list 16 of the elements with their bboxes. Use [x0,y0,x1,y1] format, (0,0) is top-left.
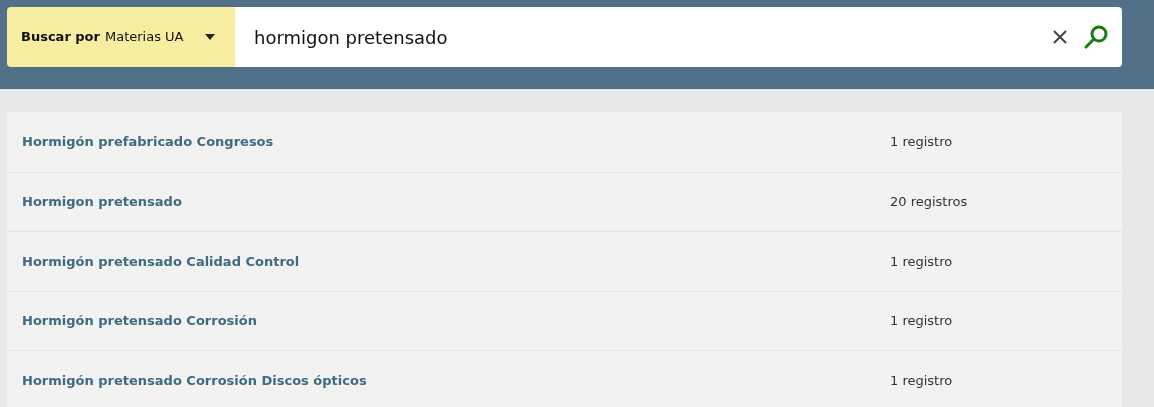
search-button[interactable] [1074,7,1122,67]
scope-dropdown[interactable]: Buscar por Materias UA [7,7,235,67]
result-link[interactable]: Hormigon pretensado [22,192,890,212]
result-count: 20 registros [890,193,968,211]
result-link[interactable]: Hormigón pretensado Calidad Control [22,251,890,271]
result-count: 1 registro [890,312,953,330]
close-icon [1052,29,1068,45]
result-count: 1 registro [890,252,953,271]
result-link[interactable]: Hormigón pretensado Corrosión Discos ópticos [22,370,890,390]
result-count: 1 registro [890,371,953,390]
caret-icon [205,34,215,40]
search-field[interactable]: hormigon pretensado [235,7,1046,67]
result-link[interactable]: Hormigón pretensado Corrosión [22,311,890,331]
result-link[interactable]: Hormigón prefabricado Congresos [22,132,890,152]
search-icon [1083,24,1109,50]
result-count: 1 registro [890,133,953,151]
